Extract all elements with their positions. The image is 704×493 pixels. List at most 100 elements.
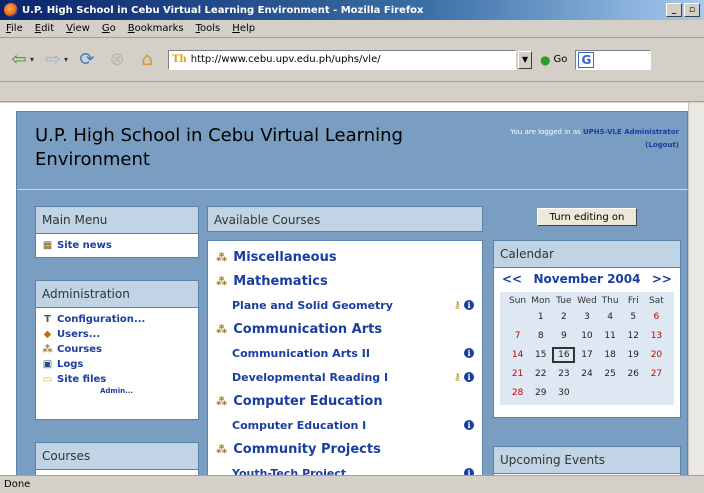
folder-icon: ▭ <box>42 374 53 385</box>
weekday-label: Sat <box>649 296 664 306</box>
admin-courses-link[interactable]: ⁂ Courses <box>42 342 192 357</box>
weekday-label: Fri <box>627 296 639 306</box>
calendar-day: 7 <box>514 331 521 341</box>
login-user-link[interactable]: UPHS-VLE Administrator <box>583 128 679 136</box>
category-communication-arts[interactable]: ⁂ Communication Arts <box>216 317 474 341</box>
upcoming-events-title: Upcoming Events <box>494 447 680 474</box>
menu-view[interactable]: View <box>66 23 90 34</box>
go-label: Go <box>553 54 568 65</box>
maximize-button[interactable]: ▫ <box>684 3 700 17</box>
calendar-title: Calendar <box>494 241 680 268</box>
calendar-day: 27 <box>650 369 663 379</box>
admin-more-link[interactable]: Admin... <box>42 387 192 395</box>
vertical-scrollbar[interactable] <box>688 103 704 475</box>
info-icon[interactable]: i <box>464 348 474 358</box>
calendar-day: 2 <box>560 312 567 322</box>
menu-edit[interactable]: Edit <box>35 23 54 34</box>
calendar-today: 16 <box>552 347 576 363</box>
calendar-block: Calendar << November 2004 >> Sun Mon Tue… <box>493 240 681 418</box>
info-icon[interactable]: i <box>464 420 474 430</box>
menu-bookmarks[interactable]: Bookmarks <box>128 23 184 34</box>
calendar-day: 10 <box>581 331 593 341</box>
category-mathematics[interactable]: ⁂ Mathematics <box>216 269 474 293</box>
calendar-day: 26 <box>627 369 639 379</box>
go-button[interactable]: ● Go <box>540 53 567 67</box>
info-icon[interactable]: i <box>464 300 474 310</box>
menu-help[interactable]: Help <box>232 23 255 34</box>
back-dropdown-icon[interactable]: ▾ <box>30 55 34 64</box>
site-news-link[interactable]: ▦ Site news <box>42 238 192 253</box>
url-bar[interactable]: Th http://www.cebu.upv.edu.ph/uphs/vle/ <box>168 49 517 70</box>
category-icon: ⁂ <box>216 274 228 288</box>
category-computer-education[interactable]: ⁂ Computer Education <box>216 389 474 413</box>
login-prefix: You are logged in as <box>510 128 581 136</box>
calendar-prev-button[interactable]: << <box>502 272 522 286</box>
admin-configuration-link[interactable]: T Configuration... <box>42 312 192 327</box>
forward-button[interactable]: ⇨ <box>40 47 66 73</box>
home-button[interactable]: ⌂ <box>134 47 160 73</box>
turn-editing-on-button[interactable]: Turn editing on <box>537 208 637 226</box>
stop-button[interactable]: ⊗ <box>104 47 130 73</box>
admin-site-files-link[interactable]: ▭ Site files <box>42 372 192 387</box>
category-community-projects[interactable]: ⁂ Community Projects <box>216 437 474 461</box>
calendar-day <box>622 385 645 401</box>
calendar-day <box>506 309 529 325</box>
weekday-label: Tue <box>556 296 572 306</box>
go-icon: ● <box>540 52 551 67</box>
calendar-day: 19 <box>627 350 639 360</box>
calendar-day: 6 <box>653 312 660 322</box>
calendar-day: 4 <box>607 312 613 322</box>
logout-link[interactable]: (Logout) <box>645 141 679 149</box>
calendar-day: 25 <box>604 369 616 379</box>
calendar-day: 3 <box>584 312 590 322</box>
reload-button[interactable]: ⟳ <box>74 47 100 73</box>
calendar-day: 8 <box>537 331 544 341</box>
course-icon: ⁂ <box>42 344 53 355</box>
calendar-day: 29 <box>534 388 547 398</box>
key-icon: ⚷ <box>453 371 461 383</box>
google-search-icon[interactable]: G <box>578 51 595 68</box>
admin-users-link[interactable]: ◆ Users... <box>42 327 192 342</box>
course-computer-education-i[interactable]: Computer Education I i <box>216 413 474 437</box>
minimize-button[interactable]: _ <box>666 3 682 17</box>
bookmarks-toolbar <box>0 82 704 102</box>
logs-icon: ▣ <box>42 359 53 370</box>
category-miscellaneous[interactable]: ⁂ Miscellaneous <box>216 245 474 269</box>
calendar-next-button[interactable]: >> <box>652 272 672 286</box>
calendar-day: 17 <box>581 350 593 360</box>
site-title: U.P. High School in Cebu Virtual Learnin… <box>35 125 403 170</box>
category-icon: ⁂ <box>216 442 228 456</box>
calendar-day: 24 <box>581 369 593 379</box>
menu-tools[interactable]: Tools <box>196 23 221 34</box>
category-icon: ⁂ <box>216 250 228 264</box>
category-icon: ⁂ <box>216 322 228 336</box>
search-box[interactable]: G <box>575 49 652 70</box>
forward-dropdown-icon[interactable]: ▾ <box>64 55 68 64</box>
menu-go[interactable]: Go <box>102 23 116 34</box>
calendar-day <box>575 385 598 401</box>
administration-block: Administration T Configuration... ◆ User… <box>35 280 199 420</box>
moodle-page: U.P. High School in Cebu Virtual Learnin… <box>16 111 689 475</box>
back-button[interactable]: ⇦ <box>6 47 32 73</box>
courses-block: Courses <box>35 442 199 475</box>
info-icon[interactable]: i <box>464 372 474 382</box>
course-developmental-reading-i[interactable]: Developmental Reading I ⚷ i <box>216 365 474 389</box>
hammer-icon: T <box>44 314 51 325</box>
url-dropdown-icon[interactable]: ▼ <box>518 50 533 69</box>
course-youth-tech-project[interactable]: Youth-Tech Project i <box>216 461 474 475</box>
window-titlebar: U.P. High School in Cebu Virtual Learnin… <box>0 0 704 20</box>
calendar-day: 30 <box>558 388 570 398</box>
calendar-day: 21 <box>511 369 524 379</box>
calendar-day: 11 <box>604 331 616 341</box>
window-title: U.P. High School in Cebu Virtual Learnin… <box>22 4 424 16</box>
available-courses-list: ⁂ Miscellaneous ⁂ Mathematics Plane and … <box>207 240 483 475</box>
info-icon[interactable]: i <box>464 468 474 475</box>
main-menu-block: Main Menu ▦ Site news <box>35 206 199 258</box>
calendar-month[interactable]: November 2004 <box>534 272 641 286</box>
url-text: http://www.cebu.upv.edu.ph/uphs/vle/ <box>190 54 381 65</box>
admin-logs-link[interactable]: ▣ Logs <box>42 357 192 372</box>
firefox-icon <box>4 3 18 17</box>
course-plane-solid-geometry[interactable]: Plane and Solid Geometry ⚷ i <box>216 293 474 317</box>
menu-file[interactable]: File <box>6 23 23 34</box>
course-communication-arts-ii[interactable]: Communication Arts II i <box>216 341 474 365</box>
